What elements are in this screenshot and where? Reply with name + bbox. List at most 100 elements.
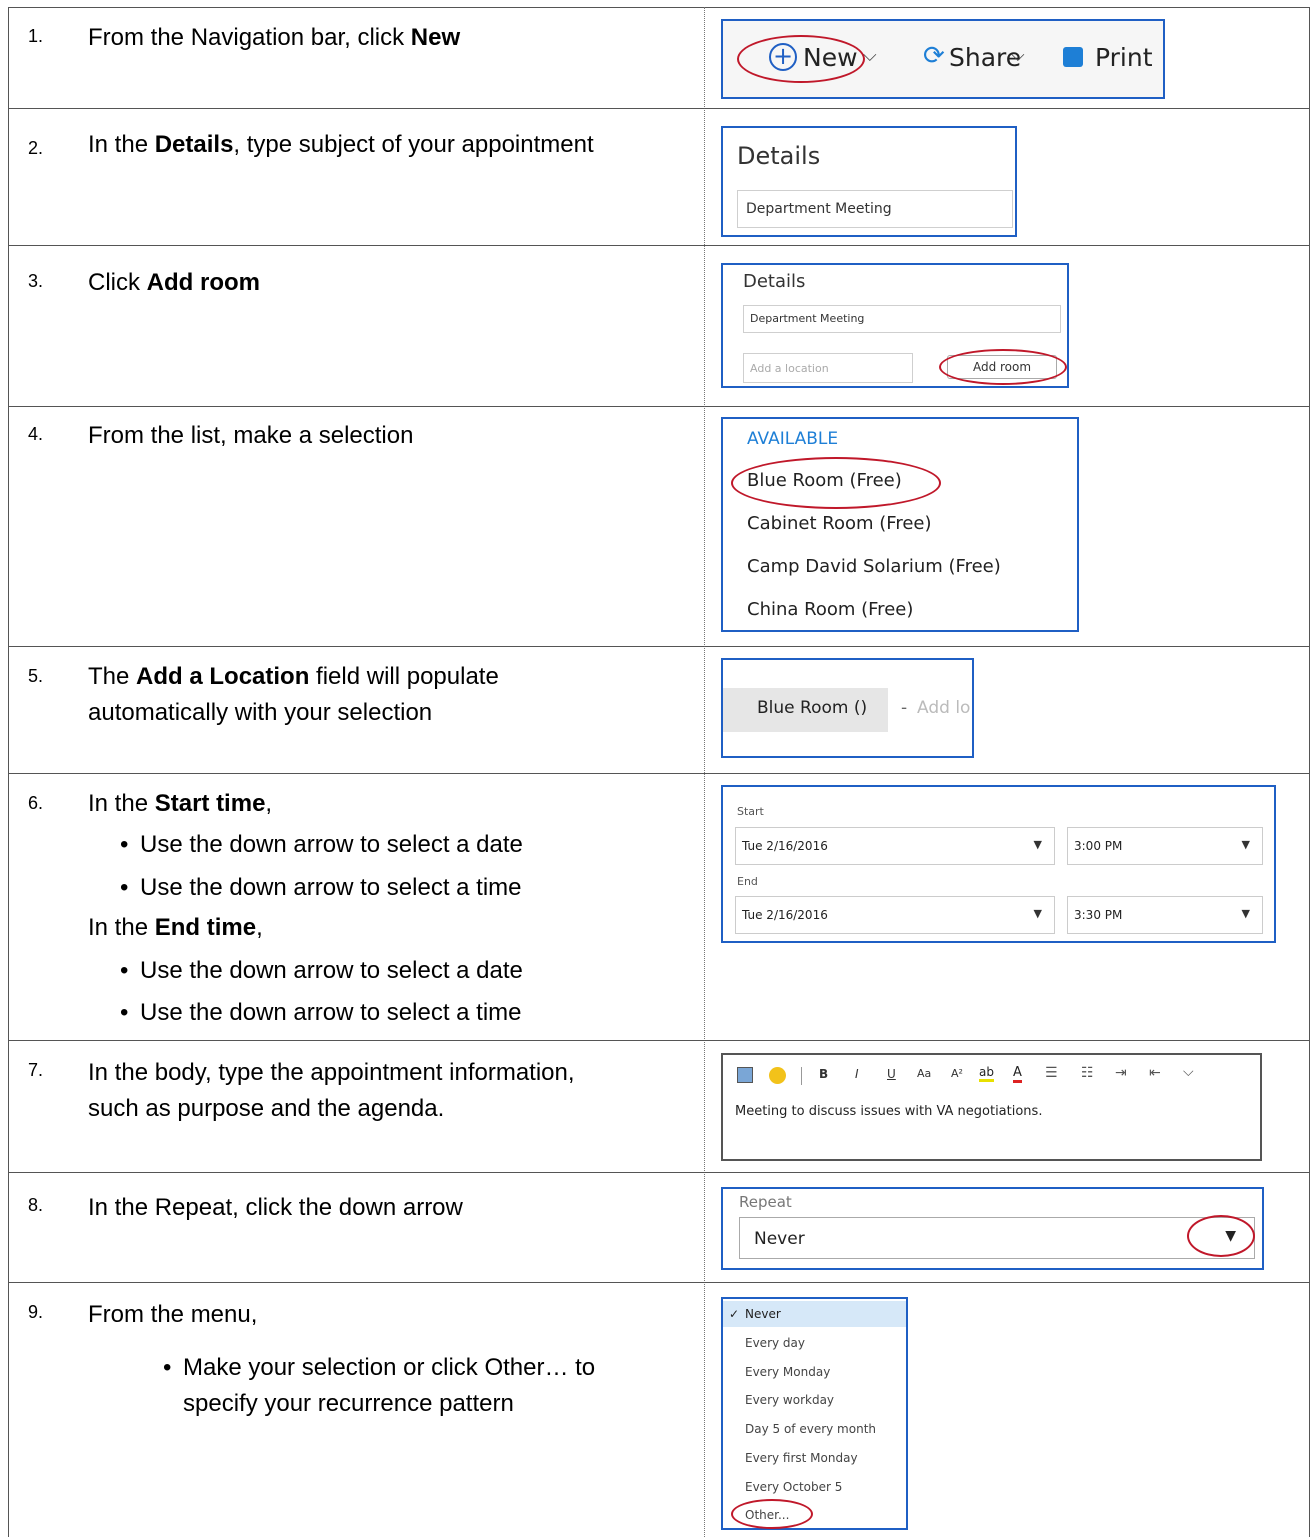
underline-icon[interactable]: U [887,1067,896,1081]
step-8-text: In the Repeat, click the down arrow [88,1194,463,1221]
column-divider [704,7,705,1537]
repeat-label: Repeat [739,1193,792,1211]
details-screenshot: Details Department Meeting [721,126,1017,237]
location-chip[interactable]: Blue Room () [723,688,888,732]
bullet-item: Use the down arrow to select a date [120,827,523,863]
bold-icon[interactable]: B [819,1067,828,1081]
italic-icon[interactable]: I [855,1067,859,1081]
more-icon[interactable]: ⌵ [1183,1064,1194,1080]
step-5-text-line2: automatically with your selection [88,699,433,726]
repeat-screenshot: Repeat Never ▼ [721,1187,1264,1270]
step-number: 5. [28,666,44,686]
repeat-option[interactable]: Every October 5 [745,1480,842,1494]
emoji-icon[interactable] [769,1067,786,1084]
dropdown-arrow-icon[interactable]: ▼ [1242,907,1250,920]
repeat-option[interactable]: Never [745,1307,781,1321]
chevron-down-icon[interactable]: ⌵ [1011,45,1025,66]
subject-input[interactable]: Department Meeting [737,190,1013,228]
annotation-circle [731,1499,813,1529]
step-9-text: From the menu, [88,1301,258,1328]
indent-icon[interactable]: ⇥ [1115,1065,1127,1081]
separator: - [901,698,908,718]
end-time-select[interactable]: 3:30 PM ▼ [1067,896,1263,934]
numbering-icon[interactable]: ☷ [1081,1065,1094,1081]
row-divider [8,406,1310,407]
row-divider [8,1172,1310,1173]
details-heading: Details [743,271,806,292]
bullet-item: Use the down arrow to select a time [120,995,521,1031]
start-date-select[interactable]: Tue 2/16/2016 ▼ [735,827,1055,865]
location-input[interactable]: Add lo [917,698,974,718]
end-label: End [737,875,758,888]
repeat-option[interactable]: Every day [745,1336,805,1350]
step-number: 1. [28,26,44,46]
step-number: 2. [28,138,44,158]
step-1-text: From the Navigation bar, click New [88,24,461,51]
bullet-item-line2: specify your recurrence pattern [183,1390,514,1417]
step-7-text: In the body, type the appointment inform… [88,1059,575,1086]
step-7-text-line2: such as purpose and the agenda. [88,1095,445,1122]
repeat-option[interactable]: Every Monday [745,1365,830,1379]
bullet-item: Make your selection or click Other… to [163,1350,595,1386]
repeat-option[interactable]: Every workday [745,1393,834,1407]
time-screenshot: Start Tue 2/16/2016 ▼ 3:00 PM ▼ End Tue 2/… [721,785,1276,943]
row-divider [8,1040,1310,1041]
step-number: 9. [28,1302,44,1322]
font-color-icon[interactable]: A [1013,1065,1022,1083]
annotation-circle [939,349,1067,385]
check-icon: ✓ [729,1307,740,1321]
step-4-text: From the list, make a selection [88,422,414,449]
font-size-icon[interactable]: Aa [917,1067,931,1080]
location-input[interactable]: Add a location [743,353,913,383]
chevron-down-icon[interactable]: ⌵ [863,45,877,66]
row-divider [8,1282,1310,1283]
row-divider [8,773,1310,774]
row-divider [8,245,1310,246]
step-5-text: The Add a Location field will populate [88,663,499,690]
share-icon: ⟳ [923,41,945,71]
superscript-icon[interactable]: A² [951,1067,963,1080]
repeat-option[interactable]: Day 5 of every month [745,1422,876,1436]
step-6-text: In the Start time, [88,790,273,817]
step-6-end-text: In the End time, [88,914,263,941]
step-3-text: Click Add room [88,269,260,296]
outdent-icon[interactable]: ⇤ [1149,1065,1161,1081]
bullets-icon[interactable]: ☰ [1045,1065,1058,1081]
room-list-screenshot: AVAILABLE Blue Room (Free) Cabinet Room … [721,417,1079,632]
repeat-select[interactable]: Never ▼ [739,1217,1255,1259]
step-number: 3. [28,271,44,291]
step-number: 7. [28,1060,44,1080]
row-divider [8,646,1310,647]
start-time-select[interactable]: 3:00 PM ▼ [1067,827,1263,865]
body-editor-screenshot: B I U Aa A² ab A ☰ ☷ ⇥ ⇤ ⌵ Meeting to di… [721,1053,1262,1161]
bullet-item: Use the down arrow to select a date [120,953,523,989]
printer-icon [1063,47,1083,67]
annotation-circle [737,35,865,83]
end-date-select[interactable]: Tue 2/16/2016 ▼ [735,896,1055,934]
details-heading: Details [737,142,821,170]
dropdown-arrow-icon[interactable]: ▼ [1034,838,1042,851]
toolbar-separator [801,1067,802,1085]
print-button[interactable]: Print [1095,43,1153,72]
room-option[interactable]: China Room (Free) [747,599,913,620]
repeat-menu-screenshot: ✓ Never Every day Every Monday Every wor… [721,1297,908,1530]
dropdown-arrow-icon[interactable]: ▼ [1242,838,1250,851]
step-number: 6. [28,793,44,813]
body-text[interactable]: Meeting to discuss issues with VA negoti… [735,1104,1042,1119]
highlight-icon[interactable]: ab [979,1065,994,1082]
start-label: Start [737,805,764,818]
repeat-option[interactable]: Every first Monday [745,1451,858,1465]
image-icon[interactable] [737,1067,753,1083]
annotation-circle [1187,1215,1255,1257]
step-number: 4. [28,424,44,444]
available-header: AVAILABLE [747,429,839,449]
bullet-item: Use the down arrow to select a time [120,870,521,906]
room-option[interactable]: Cabinet Room (Free) [747,513,932,534]
dropdown-arrow-icon[interactable]: ▼ [1034,907,1042,920]
room-option[interactable]: Camp David Solarium (Free) [747,556,1001,577]
navbar-screenshot: + New ⌵ ⟳ Share ⌵ Print [721,19,1165,99]
subject-input[interactable]: Department Meeting [743,305,1061,333]
add-room-screenshot: Details Department Meeting Add a locatio… [721,263,1069,388]
row-divider [8,108,1310,109]
step-2-text: In the Details, type subject of your app… [88,131,594,158]
